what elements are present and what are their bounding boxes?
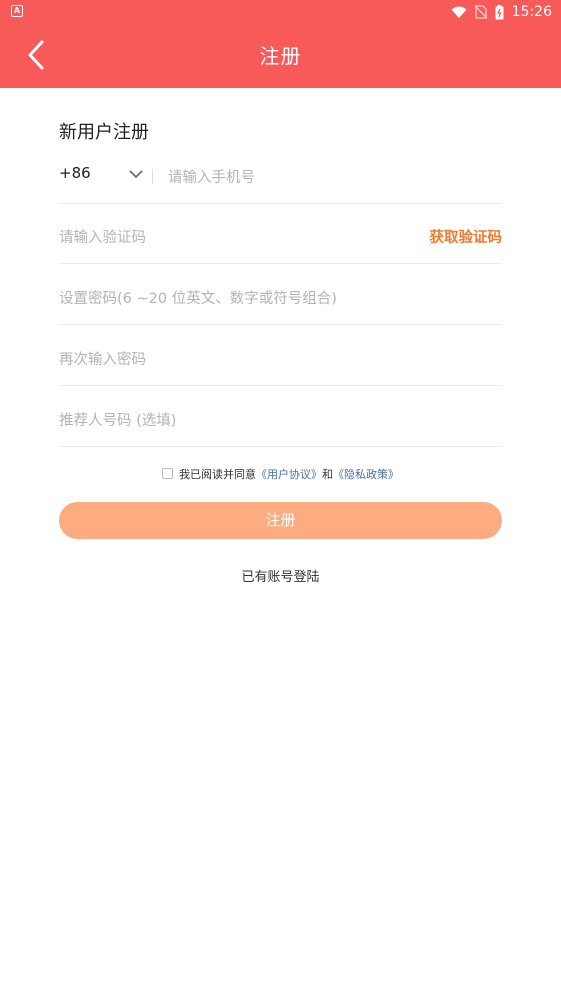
privacy-policy-link[interactable]: 《隐私政策》	[333, 468, 399, 481]
section-title: 新用户注册	[59, 122, 149, 143]
password-input[interactable]: 设置密码(6 ~20 位英文、数字或符号组合)	[59, 287, 337, 308]
confirm-password-field[interactable]: 再次输入密码	[59, 326, 502, 386]
no-sim-icon	[474, 5, 487, 19]
status-icons: 15:26	[451, 3, 552, 21]
referrer-input[interactable]: 推荐人号码 (选填)	[59, 409, 176, 430]
status-bar: A 15:26	[0, 0, 561, 24]
referrer-field[interactable]: 推荐人号码 (选填)	[59, 387, 502, 447]
agreement-and: 和	[322, 468, 333, 481]
verification-code-input[interactable]: 请输入验证码	[59, 226, 146, 247]
agreement-checkbox[interactable]	[162, 468, 173, 479]
battery-icon	[495, 4, 504, 19]
get-code-button[interactable]: 获取验证码	[430, 226, 503, 247]
country-code-selector[interactable]: +86	[59, 164, 91, 182]
phone-input[interactable]: 请输入手机号	[168, 166, 255, 187]
phone-field[interactable]: +86 请输入手机号	[59, 144, 502, 204]
user-agreement-link[interactable]: 《用户协议》	[256, 468, 322, 481]
login-link[interactable]: 已有账号登陆	[0, 566, 561, 585]
agreement-text: 我已阅读并同意	[179, 468, 256, 481]
agreement-row: 我已阅读并同意《用户协议》和《隐私政策》	[0, 466, 561, 482]
divider	[152, 169, 153, 184]
password-field[interactable]: 设置密码(6 ~20 位英文、数字或符号组合)	[59, 265, 502, 325]
app-header: A 15:26 注册	[0, 0, 561, 88]
notification-icon: A	[11, 5, 23, 17]
verification-code-field[interactable]: 请输入验证码 获取验证码	[59, 204, 502, 264]
status-time: 15:26	[511, 4, 552, 20]
chevron-down-icon[interactable]	[129, 170, 143, 179]
wifi-icon	[451, 6, 467, 18]
register-button[interactable]: 注册	[59, 502, 502, 539]
page-title: 注册	[259, 44, 302, 68]
confirm-password-input[interactable]: 再次输入密码	[59, 348, 146, 369]
